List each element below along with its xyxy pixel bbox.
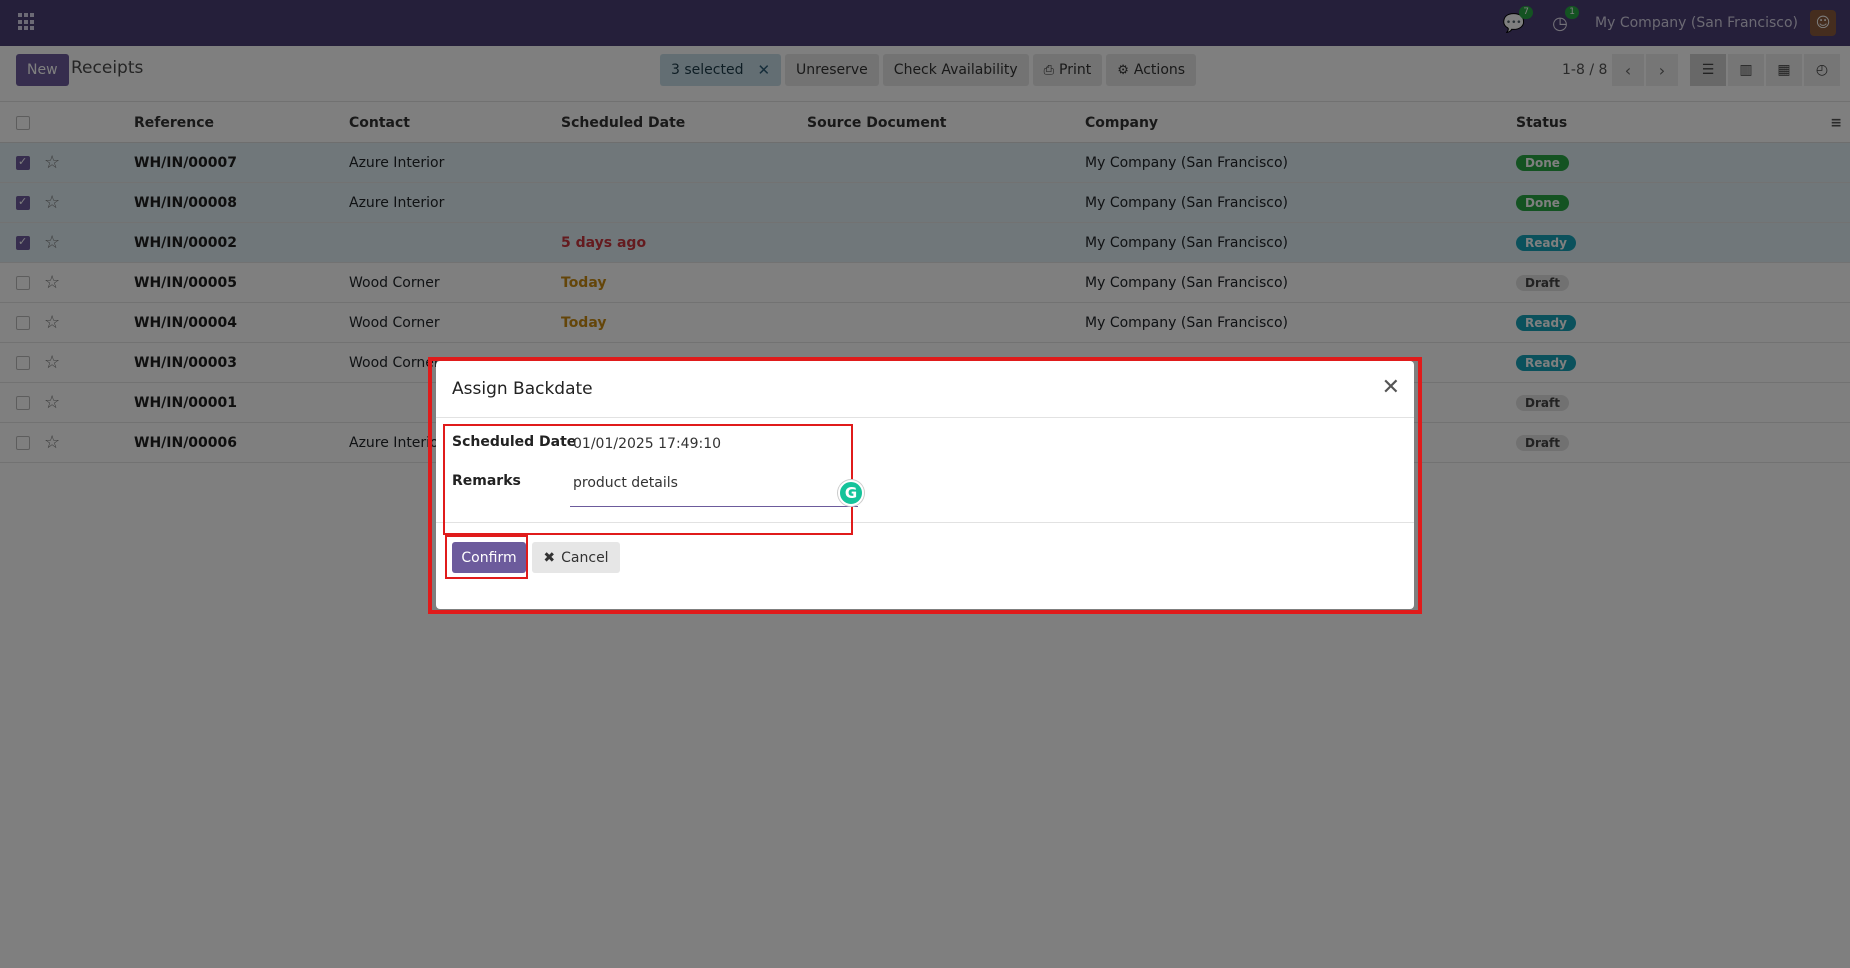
dialog-header: Assign Backdate ✕ [436, 361, 1414, 418]
dialog-title: Assign Backdate [452, 379, 593, 399]
scheduled-date-label: Scheduled Date [452, 434, 577, 450]
dialog-body: Scheduled Date 01/01/2025 17:49:10 Remar… [436, 418, 1414, 535]
cancel-button[interactable]: ✖ Cancel [532, 542, 620, 573]
remarks-label: Remarks [452, 473, 521, 489]
scheduled-date-field[interactable]: 01/01/2025 17:49:10 [573, 436, 721, 452]
close-icon: ✖ [543, 549, 556, 566]
confirm-button[interactable]: Confirm [452, 542, 526, 573]
remarks-field[interactable]: product details [573, 475, 678, 491]
remarks-underline [570, 506, 858, 507]
close-icon[interactable]: ✕ [1382, 375, 1400, 400]
assign-backdate-dialog: Assign Backdate ✕ Scheduled Date 01/01/2… [436, 361, 1414, 609]
dialog-footer: Confirm ✖ Cancel [436, 523, 1414, 608]
grammarly-icon[interactable]: G [838, 480, 864, 506]
cancel-label: Cancel [561, 549, 609, 566]
